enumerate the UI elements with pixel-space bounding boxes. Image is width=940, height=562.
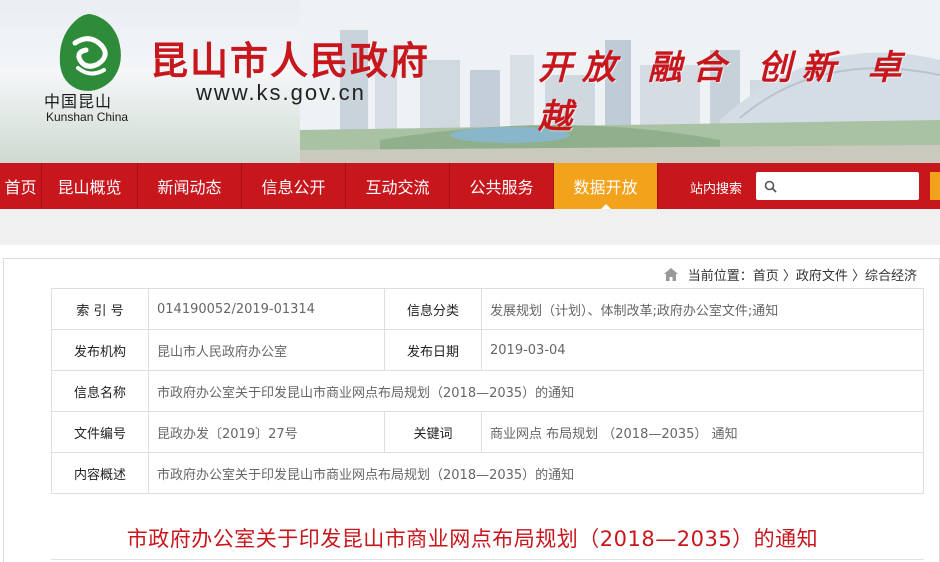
nav-label: 首页 xyxy=(4,178,37,197)
meta-value: 2019-03-04 xyxy=(481,329,924,371)
search-box[interactable] xyxy=(756,172,919,200)
breadcrumb-prefix: 当前位置： xyxy=(687,269,753,284)
search-input[interactable] xyxy=(783,176,913,196)
nav-label: 昆山概览 xyxy=(57,178,122,197)
breadcrumb: 当前位置： 首页 〉政府文件 〉综合经济 xyxy=(663,265,917,284)
nav-label: 公共服务 xyxy=(469,178,534,197)
meta-key: 发布日期 xyxy=(384,329,482,371)
nav-item-home[interactable]: 首页 xyxy=(0,163,42,209)
nav-item-overview[interactable]: 昆山概览 xyxy=(42,163,138,209)
nav-label: 新闻动态 xyxy=(157,178,222,197)
table-row: 索 引 号 014190052/2019-01314 信息分类 发展规划（计划）… xyxy=(51,288,924,330)
search-label: 站内搜索 xyxy=(690,182,743,197)
search-icon xyxy=(764,180,777,193)
site-title[interactable]: 昆山市人民政府 xyxy=(150,30,430,85)
meta-key: 内容概述 xyxy=(51,452,149,494)
table-row: 信息名称 市政府办公室关于印发昆山市商业网点布局规划（2018—2035）的通知 xyxy=(51,370,924,412)
table-row: 发布机构 昆山市人民政府办公室 发布日期 2019-03-04 xyxy=(51,329,924,371)
gray-strip xyxy=(0,209,940,245)
meta-value: 昆山市人民政府办公室 xyxy=(148,329,385,371)
document-meta-table: 索 引 号 014190052/2019-01314 信息分类 发展规划（计划）… xyxy=(51,288,924,494)
nav-item-interaction[interactable]: 互动交流 xyxy=(346,163,450,209)
nav-item-public-service[interactable]: 公共服务 xyxy=(450,163,554,209)
search-button[interactable] xyxy=(930,172,940,200)
meta-key: 文件编号 xyxy=(51,411,149,453)
nav-label: 信息公开 xyxy=(261,178,326,197)
nav-label: 互动交流 xyxy=(365,178,430,197)
meta-value: 发展规划（计划）、体制改革;政府办公室文件;通知 xyxy=(481,288,924,330)
meta-key: 发布机构 xyxy=(51,329,149,371)
meta-value: 市政府办公室关于印发昆山市商业网点布局规划（2018—2035）的通知 xyxy=(148,370,924,412)
meta-value: 市政府办公室关于印发昆山市商业网点布局规划（2018—2035）的通知 xyxy=(148,452,924,494)
logo-chinese-text: 中国昆山 xyxy=(44,92,113,111)
home-icon xyxy=(663,268,678,281)
header-banner: 中国昆山 Kunshan China 昆山市人民政府 www.ks.gov.cn… xyxy=(0,0,940,163)
logo-english-text: Kunshan China xyxy=(46,110,129,124)
site-url: www.ks.gov.cn xyxy=(196,80,366,105)
slogan-text: 开放 融合 创新 卓越 xyxy=(538,48,912,137)
table-row: 内容概述 市政府办公室关于印发昆山市商业网点布局规划（2018—2035）的通知 xyxy=(51,452,924,494)
main-nav: 首页 昆山概览 新闻动态 信息公开 互动交流 公共服务 数据开放 站内搜索 xyxy=(0,163,940,210)
title-divider xyxy=(51,559,924,560)
meta-value: 014190052/2019-01314 xyxy=(148,288,385,330)
table-row: 文件编号 昆政办发〔2019〕27号 关键词 商业网点 布局规划 （2018—2… xyxy=(51,411,924,453)
meta-key: 信息名称 xyxy=(51,370,149,412)
nav-item-open-data[interactable]: 数据开放 xyxy=(554,163,658,210)
nav-item-news[interactable]: 新闻动态 xyxy=(138,163,242,209)
nav-label: 数据开放 xyxy=(573,178,638,197)
meta-key: 索 引 号 xyxy=(51,288,149,330)
nav-item-info-disclosure[interactable]: 信息公开 xyxy=(242,163,346,209)
meta-value: 商业网点 布局规划 （2018—2035） 通知 xyxy=(481,411,924,453)
meta-key: 信息分类 xyxy=(384,288,482,330)
document-title: 市政府办公室关于印发昆山市商业网点布局规划（2018—2035）的通知 xyxy=(126,527,819,551)
content-panel: 当前位置： 首页 〉政府文件 〉综合经济 索 引 号 014190052/201… xyxy=(3,258,940,562)
meta-value: 昆政办发〔2019〕27号 xyxy=(148,411,385,453)
breadcrumb-path[interactable]: 首页 〉政府文件 〉综合经济 xyxy=(753,265,917,284)
meta-key: 关键词 xyxy=(384,411,482,453)
